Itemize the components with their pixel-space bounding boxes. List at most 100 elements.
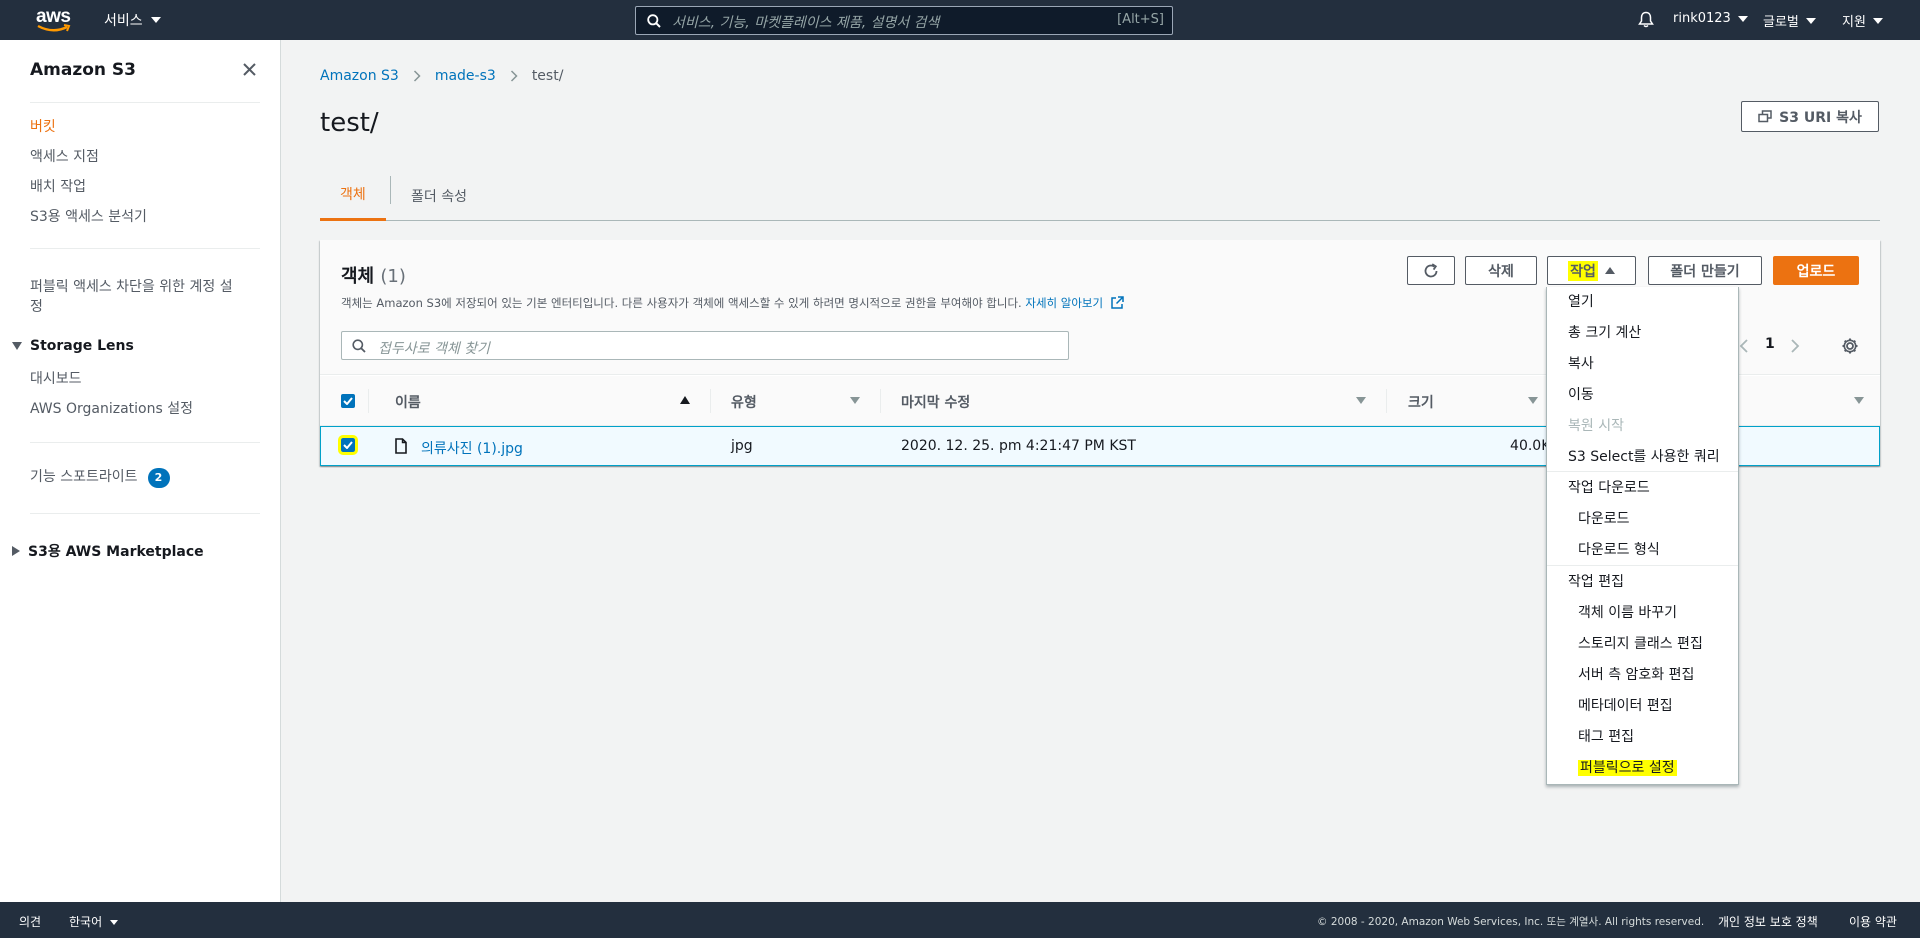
global-search-input[interactable]: 서비스, 기능, 마켓플레이스 제품, 설명서 검색 [Alt+S]	[635, 6, 1173, 35]
menu-item-open[interactable]: 열기	[1568, 291, 1594, 311]
caret-down-icon	[1805, 17, 1816, 24]
region-menu-button[interactable]: 글로벌	[1763, 11, 1816, 30]
divider	[30, 513, 260, 514]
object-name-link[interactable]: 의류사진 (1).jpg	[421, 438, 523, 458]
sidebar-item-buckets[interactable]: 버킷	[30, 116, 56, 136]
language-selector[interactable]: 한국어	[69, 913, 119, 930]
sidebar-item-access-analyzer[interactable]: S3용 액세스 분석기	[30, 206, 147, 226]
sort-icon[interactable]	[1528, 397, 1538, 404]
divider	[30, 442, 260, 443]
menu-item-edit-server-side-encryption[interactable]: 서버 측 암호화 편집	[1578, 664, 1694, 684]
breadcrumb-link-bucket[interactable]: made-s3	[435, 68, 496, 84]
upload-label: 업로드	[1796, 263, 1836, 280]
external-link-icon[interactable]	[1110, 296, 1124, 309]
column-header-type[interactable]: 유형	[731, 392, 757, 412]
menu-item-move[interactable]: 이동	[1568, 384, 1594, 404]
menu-item-download[interactable]: 다운로드	[1578, 508, 1630, 528]
services-menu-button[interactable]: 서비스	[104, 10, 161, 30]
caret-down-icon	[12, 342, 22, 350]
object-type: jpg	[731, 438, 753, 454]
storage-lens-section-toggle[interactable]: Storage Lens	[12, 338, 134, 354]
actions-dropdown-menu: 열기 총 크기 계산 복사 이동 복원 시작 S3 Select를 사용한 쿼리…	[1546, 287, 1739, 785]
close-icon[interactable]	[242, 62, 257, 77]
caret-down-icon	[150, 17, 161, 23]
menu-divider	[1547, 565, 1738, 566]
row-select-checkbox[interactable]	[338, 435, 358, 455]
refresh-button[interactable]	[1407, 256, 1455, 285]
feedback-link[interactable]: 의견	[19, 913, 41, 930]
sidebar-item-dashboards[interactable]: 대시보드	[30, 368, 82, 388]
sidebar-item-organizations-settings[interactable]: AWS Organizations 설정	[30, 398, 193, 418]
menu-item-calculate-total-size[interactable]: 총 크기 계산	[1568, 322, 1641, 342]
delete-label: 삭제	[1488, 263, 1514, 280]
top-navigation-bar: aws 서비스 서비스, 기능, 마켓플레이스 제품, 설명서 검색 [Alt+…	[0, 0, 1920, 40]
delete-button[interactable]: 삭제	[1465, 256, 1537, 285]
breadcrumb-link-s3[interactable]: Amazon S3	[320, 68, 399, 84]
column-header-name[interactable]: 이름	[395, 392, 421, 412]
next-page-icon[interactable]	[1790, 338, 1800, 354]
sort-ascending-icon[interactable]	[680, 396, 690, 404]
menu-item-label: 퍼블릭으로 설정	[1578, 760, 1677, 776]
previous-page-icon[interactable]	[1739, 338, 1749, 354]
object-last-modified: 2020. 12. 25. pm 4:21:47 PM KST	[901, 438, 1136, 454]
copy-icon	[1758, 110, 1772, 123]
actions-dropdown-button[interactable]: 작업	[1547, 256, 1636, 285]
upload-button[interactable]: 업로드	[1773, 256, 1859, 285]
tab-folder-properties[interactable]: 폴더 속성	[391, 170, 487, 221]
menu-item-edit-tags[interactable]: 태그 편집	[1578, 726, 1634, 746]
current-page-number[interactable]: 1	[1765, 336, 1775, 352]
account-menu-button[interactable]: rink0123	[1673, 11, 1748, 26]
divider	[30, 102, 260, 103]
caret-down-icon	[110, 920, 119, 925]
footer: 의견 한국어 © 2008 - 2020, Amazon Web Service…	[0, 902, 1920, 938]
checkmark-icon	[343, 397, 353, 405]
menu-item-download-as[interactable]: 다운로드 형식	[1578, 539, 1660, 559]
actions-label: 작업	[1568, 260, 1598, 281]
menu-group-download-actions: 작업 다운로드	[1568, 480, 1650, 496]
select-all-checkbox[interactable]	[341, 394, 355, 408]
menu-item-initiate-restore: 복원 시작	[1568, 418, 1624, 434]
caret-up-icon	[1604, 267, 1615, 274]
menu-item-s3-select-query[interactable]: S3 Select를 사용한 쿼리	[1568, 446, 1720, 466]
refresh-icon	[1424, 262, 1438, 277]
breadcrumb: Amazon S3 made-s3 test/	[320, 68, 563, 84]
sidebar-title: Amazon S3	[30, 60, 137, 80]
count-badge: 2	[147, 468, 170, 488]
filter-placeholder: 접두사로 객체 찾기	[378, 341, 490, 357]
menu-item-copy[interactable]: 복사	[1568, 353, 1594, 373]
column-divider	[368, 389, 369, 413]
menu-item-rename-object[interactable]: 객체 이름 바꾸기	[1578, 602, 1677, 622]
create-folder-button[interactable]: 폴더 만들기	[1648, 256, 1762, 285]
support-menu-button[interactable]: 지원	[1842, 11, 1883, 30]
bell-icon[interactable]	[1638, 11, 1654, 28]
sidebar-item-access-points[interactable]: 액세스 지점	[30, 146, 99, 166]
column-header-size[interactable]: 크기	[1408, 392, 1434, 412]
sidebar-item-feature-spotlight[interactable]: 기능 스포트라이트 2	[30, 466, 170, 488]
column-header-last-modified[interactable]: 마지막 수정	[901, 392, 970, 412]
search-icon	[647, 14, 661, 28]
sort-icon[interactable]	[1356, 397, 1366, 404]
caret-right-icon	[12, 546, 20, 556]
sidebar-item-block-public-access[interactable]: 퍼블릭 액세스 차단을 위한 계정 설 정	[30, 276, 233, 316]
column-divider	[1386, 389, 1387, 413]
terms-of-use-link[interactable]: 이용 약관	[1849, 913, 1897, 930]
tab-bar: 객체 폴더 속성	[320, 170, 1880, 221]
divider	[30, 248, 260, 249]
aws-logo[interactable]: aws	[36, 6, 72, 34]
objects-title-label: 객체	[341, 266, 375, 287]
marketplace-section-toggle[interactable]: S3용 AWS Marketplace	[12, 541, 204, 561]
learn-more-link[interactable]: 자세히 알아보기	[1025, 296, 1103, 310]
sort-icon[interactable]	[850, 397, 860, 404]
menu-item-make-public[interactable]: 퍼블릭으로 설정	[1578, 757, 1677, 777]
menu-item-edit-storage-class[interactable]: 스토리지 클래스 편집	[1578, 633, 1703, 653]
privacy-policy-link[interactable]: 개인 정보 보호 정책	[1718, 913, 1818, 930]
tab-objects[interactable]: 객체	[320, 170, 386, 221]
copy-s3-uri-button[interactable]: S3 URI 복사	[1741, 101, 1879, 132]
search-placeholder: 서비스, 기능, 마켓플레이스 제품, 설명서 검색	[672, 15, 940, 31]
objects-title: 객체 (1)	[341, 262, 406, 288]
settings-gear-icon[interactable]	[1841, 337, 1859, 355]
sidebar-item-batch-operations[interactable]: 배치 작업	[30, 176, 86, 196]
sort-icon[interactable]	[1854, 397, 1864, 404]
menu-item-edit-metadata[interactable]: 메타데이터 편집	[1578, 695, 1673, 715]
object-filter-input[interactable]: 접두사로 객체 찾기	[341, 331, 1069, 360]
